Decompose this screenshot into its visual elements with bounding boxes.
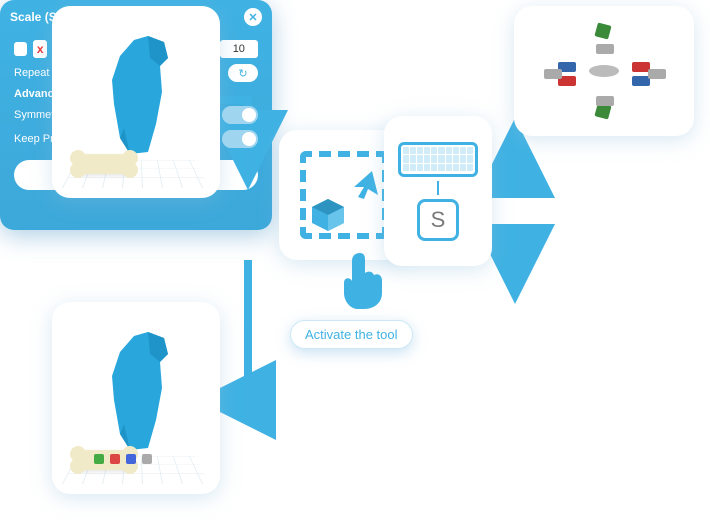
keyboard-shortcut-card: S xyxy=(384,116,492,266)
keyboard-icon xyxy=(398,142,478,177)
shortcut-key[interactable]: S xyxy=(417,199,459,241)
symmetry-toggle[interactable] xyxy=(222,106,258,124)
cursor-arrow-icon xyxy=(348,165,382,199)
dog-model-icon xyxy=(90,324,186,454)
scene-before-card xyxy=(52,6,220,198)
keep-proportion-toggle[interactable] xyxy=(222,130,258,148)
gizmo-center-icon xyxy=(589,65,619,77)
connector-line xyxy=(437,181,439,195)
gizmo-handle-grey xyxy=(596,44,614,54)
panel-close-button[interactable]: ✕ xyxy=(244,8,262,26)
scale-z-input[interactable]: 10 xyxy=(220,40,258,58)
gizmo-preview-card xyxy=(514,6,694,136)
gizmo-handle-grey xyxy=(544,69,562,79)
dog-model-icon xyxy=(90,28,186,158)
cube-icon xyxy=(310,197,346,233)
link-xyz-checkbox[interactable] xyxy=(14,42,27,56)
bone-prop xyxy=(76,154,132,174)
gizmo-handle-grey xyxy=(648,69,666,79)
scene-after-card xyxy=(52,302,220,494)
axis-x-label: x xyxy=(33,40,46,58)
gizmo-handle-grey xyxy=(596,96,614,106)
repeat-action-button[interactable]: ↻ xyxy=(228,64,258,82)
gizmo-handles xyxy=(94,454,152,464)
gizmo-cube-top xyxy=(594,22,611,39)
activate-tool-tooltip: Activate the tool xyxy=(290,320,413,349)
